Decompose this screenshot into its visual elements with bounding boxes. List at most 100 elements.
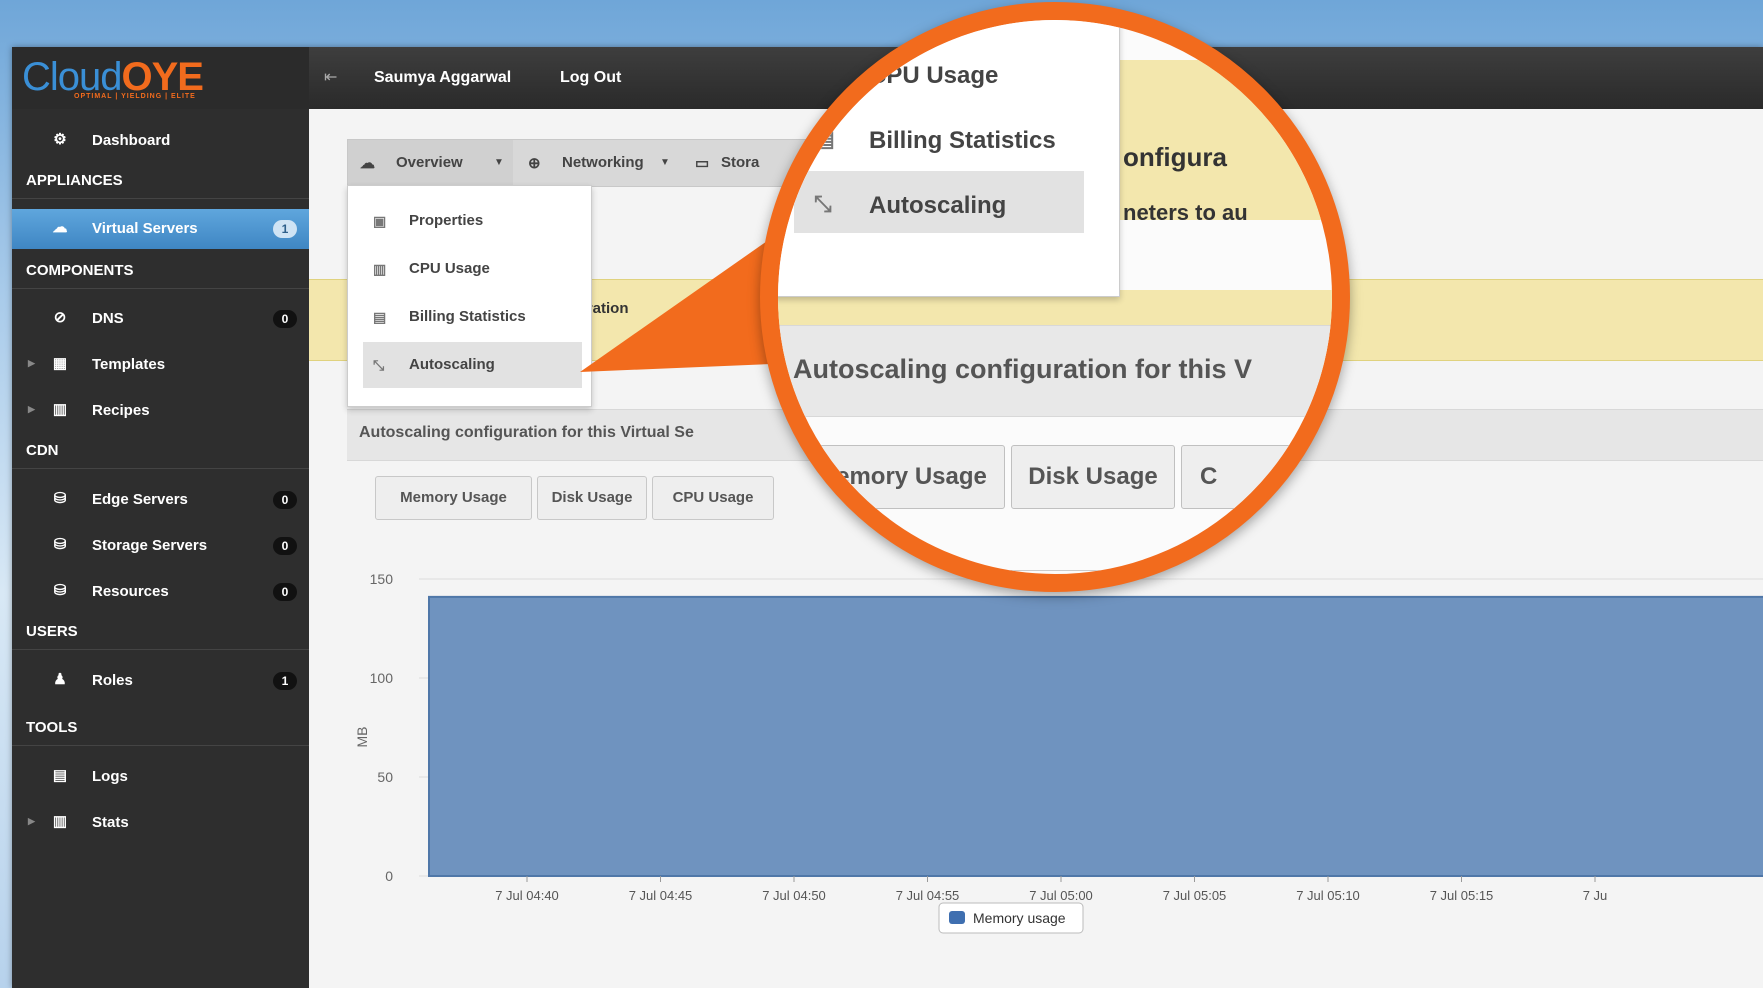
sidebar-item-recipes[interactable]: ▶ ▥ Recipes: [12, 391, 309, 431]
book-icon: ▥: [52, 401, 68, 418]
menu-item-label: CPU Usage: [409, 260, 490, 277]
section-users: USERS: [12, 615, 309, 650]
magnified-menu-item-billing-statistics[interactable]: ▤ Billing Statistics: [794, 106, 1084, 176]
section-components: COMPONENTS: [12, 254, 309, 289]
magnified-memory-usage-button[interactable]: Memory Usage: [798, 445, 1005, 509]
overview-dropdown-menu: ▣ Properties ▥ CPU Usage ▤ Billing Stati…: [347, 185, 592, 407]
magnified-disk-usage-button[interactable]: Disk Usage: [1011, 445, 1175, 509]
autoscaling-icon: ⤡: [814, 191, 832, 216]
briefcase-icon: ▣: [373, 213, 387, 229]
menu-item-billing-statistics[interactable]: ▤ Billing Statistics: [363, 294, 582, 340]
section-tools: TOOLS: [12, 711, 309, 746]
menu-item-label: Autoscaling: [409, 356, 495, 373]
user-icon: ♟: [53, 671, 67, 688]
magnified-config-title: Autoscaling configuration for this V: [793, 354, 1252, 384]
section-label: CDN: [26, 442, 59, 459]
magnified-view: onfigura neters to au Autoscaling config…: [778, 20, 1332, 574]
x-tick-label: 7 Jul 05:10: [1296, 888, 1360, 903]
sidebar-item-label: Storage Servers: [92, 537, 208, 554]
magnified-notice: onfigura neters to au: [1108, 60, 1332, 225]
collapse-sidebar-icon[interactable]: ⇤: [324, 67, 337, 87]
menu-item-label: Properties: [409, 212, 484, 229]
y-axis-label: MB: [354, 727, 370, 748]
logo-area: CloudOYE OPTIMAL | YIELDING | ELITE: [12, 47, 309, 111]
stats-icon: ▥: [52, 813, 68, 830]
bar-chart-icon: ▥: [814, 61, 835, 86]
y-tick-label: 100: [370, 670, 394, 686]
sidebar-item-label: Logs: [92, 768, 128, 785]
x-tick-label: 7 Jul 05:05: [1163, 888, 1227, 903]
legend-swatch: [949, 911, 965, 924]
magnified-gridline: [928, 570, 1228, 571]
x-tick-label: 7 Jul 04:40: [495, 888, 559, 903]
sidebar-item-roles[interactable]: ♟ Roles 1: [12, 661, 309, 701]
dashboard-icon: ⚙: [53, 131, 67, 148]
sidebar-item-label: DNS: [92, 310, 124, 327]
sidebar-item-label: Stats: [92, 814, 129, 831]
magnified-dropdown-menu: ▥ CPU Usage ▤ Billing Statistics ⤡ Autos…: [778, 20, 1120, 297]
sidebar-item-dashboard[interactable]: ⚙ Dashboard: [12, 121, 309, 161]
server-icon: ⛁: [53, 490, 67, 507]
autoscaling-icon: ⤡: [373, 357, 385, 373]
bar-chart-icon: ▥: [373, 261, 387, 277]
y-tick-label: 150: [370, 571, 394, 587]
menu-item-properties[interactable]: ▣ Properties: [363, 198, 582, 244]
sidebar-item-dns[interactable]: ⊘ DNS 0: [12, 299, 309, 339]
x-tick-label: 7 Jul 05:00: [1029, 888, 1093, 903]
count-badge: 1: [273, 672, 297, 690]
count-badge: 0: [273, 491, 297, 509]
count-badge: 0: [273, 583, 297, 601]
sidebar-item-label: Roles: [92, 672, 133, 689]
x-tick-label: 7 Jul 04:55: [896, 888, 960, 903]
expand-arrow-icon[interactable]: ▶: [28, 358, 35, 369]
sidebar-item-stats[interactable]: ▶ ▥ Stats: [12, 803, 309, 843]
magnified-menu-item-autoscaling[interactable]: ⤡ Autoscaling: [794, 171, 1084, 233]
magnified-config-header: Autoscaling configuration for this V: [778, 325, 1332, 417]
y-tick-label: 50: [377, 769, 393, 785]
section-label: COMPONENTS: [26, 262, 134, 279]
sidebar-item-edge-servers[interactable]: ⛁ Edge Servers 0: [12, 480, 309, 520]
magnified-menu-item-cpu-usage[interactable]: ▥ CPU Usage: [794, 41, 1084, 111]
logout-link[interactable]: Log Out: [560, 69, 621, 87]
magnifier-callout: onfigura neters to au Autoscaling config…: [760, 2, 1350, 592]
menu-item-label: Autoscaling: [869, 192, 1007, 219]
menu-item-autoscaling[interactable]: ⤡ Autoscaling: [363, 342, 582, 388]
magnified-notice-text: neters to au: [1123, 200, 1248, 225]
expand-arrow-icon[interactable]: ▶: [28, 816, 35, 827]
sidebar-item-label: Dashboard: [92, 132, 171, 149]
sidebar-item-label: Templates: [92, 356, 166, 373]
logs-icon: ▤: [52, 767, 68, 784]
sidebar-item-label: Resources: [92, 583, 169, 600]
resources-icon: ⛁: [53, 582, 67, 599]
compass-icon: ⊘: [53, 309, 67, 326]
sidebar-item-storage-servers[interactable]: ⛁ Storage Servers 0: [12, 526, 309, 566]
logo-tagline: OPTIMAL | YIELDING | ELITE: [74, 93, 196, 100]
sidebar-item-label: Recipes: [92, 402, 150, 419]
x-tick-label: 7 Jul 04:45: [629, 888, 693, 903]
x-tick-label: 7 Jul 04:50: [762, 888, 826, 903]
sidebar-item-resources[interactable]: ⛁ Resources 0: [12, 572, 309, 612]
server-icon: ⛁: [53, 536, 67, 553]
templates-icon: ▦: [52, 355, 68, 372]
count-badge: 0: [273, 310, 297, 328]
menu-item-label: Billing Statistics: [869, 127, 1056, 154]
section-label: USERS: [26, 623, 78, 640]
x-tick-label: 7 Jul 05:15: [1430, 888, 1494, 903]
sidebar-item-label: Edge Servers: [92, 491, 188, 508]
sidebar-item-templates[interactable]: ▶ ▦ Templates: [12, 345, 309, 385]
sidebar-item-label: Virtual Servers: [92, 220, 198, 237]
cloud-icon: ☁: [52, 219, 68, 236]
menu-item-cpu-usage[interactable]: ▥ CPU Usage: [363, 246, 582, 292]
section-label: APPLIANCES: [26, 172, 123, 189]
billing-icon: ▤: [373, 309, 387, 325]
section-appliances: APPLIANCES: [12, 164, 309, 199]
sidebar-item-virtual-servers[interactable]: ☁ Virtual Servers 1: [12, 209, 309, 249]
sidebar-item-logs[interactable]: ▤ Logs: [12, 757, 309, 797]
magnified-cpu-usage-button[interactable]: C: [1181, 445, 1321, 509]
user-name-link[interactable]: Saumya Aggarwal: [374, 69, 511, 87]
sidebar: ⚙ Dashboard APPLIANCES ☁ Virtual Servers…: [12, 109, 309, 988]
expand-arrow-icon[interactable]: ▶: [28, 404, 35, 415]
section-label: TOOLS: [26, 719, 78, 736]
x-tick-label: 7 Ju: [1583, 888, 1608, 903]
menu-item-label: Billing Statistics: [409, 308, 526, 325]
